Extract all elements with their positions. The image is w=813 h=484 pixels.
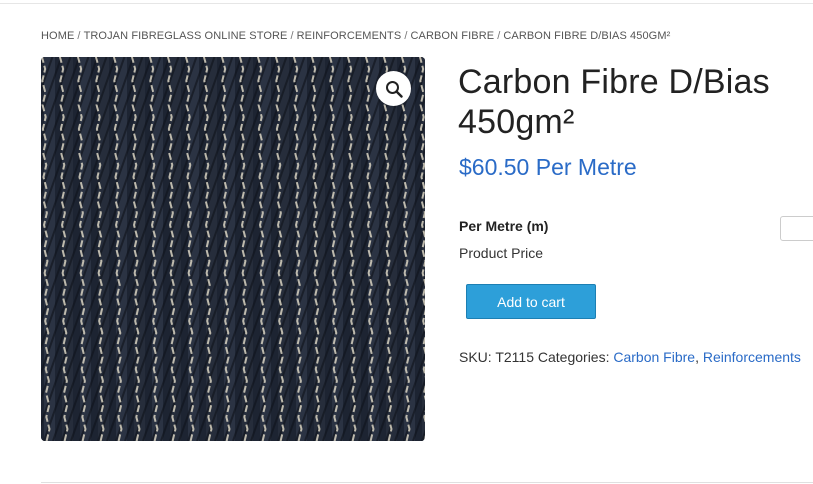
product-title: Carbon Fibre D/Bias 450gm² — [458, 63, 770, 141]
breadcrumb-carbon-fibre[interactable]: CARBON FIBRE — [410, 30, 494, 42]
product-price: $60.50 Per Metre — [459, 154, 637, 180]
product-price-label: Product Price — [459, 245, 544, 261]
breadcrumb-home[interactable]: HOME — [41, 30, 74, 42]
breadcrumb-separator: / — [404, 30, 408, 42]
breadcrumb-separator: / — [497, 30, 501, 42]
sku-value: T2115 — [495, 349, 534, 365]
magnifier-icon — [385, 80, 403, 98]
option-label: Per Metre (m) — [459, 218, 549, 234]
top-divider — [0, 3, 813, 4]
per-metre-input[interactable] — [780, 216, 813, 241]
category-link-carbon-fibre[interactable]: Carbon Fibre — [613, 349, 695, 365]
breadcrumb-current: CARBON FIBRE D/BIAS 450GM² — [503, 30, 671, 42]
breadcrumb-separator: / — [290, 30, 294, 42]
product-meta: SKU: T2115 Categories: Carbon Fibre, Rei… — [459, 349, 801, 365]
zoom-button[interactable] — [376, 71, 411, 106]
category-link-reinforcements[interactable]: Reinforcements — [703, 349, 801, 365]
breadcrumb: HOME / TROJAN FIBREGLASS ONLINE STORE / REIN… — [41, 30, 670, 42]
product-image[interactable] — [41, 57, 425, 441]
categories-label: Categories: — [537, 349, 610, 365]
bottom-divider — [41, 482, 813, 483]
category-separator: , — [695, 349, 699, 365]
carbon-fabric-texture — [41, 57, 425, 441]
breadcrumb-reinforcements[interactable]: REINFORCEMENTS — [297, 30, 402, 42]
sku-label: SKU: — [459, 349, 492, 365]
breadcrumb-separator: / — [77, 30, 81, 42]
breadcrumb-store[interactable]: TROJAN FIBREGLASS ONLINE STORE — [84, 30, 288, 42]
add-to-cart-button[interactable]: Add to cart — [466, 284, 596, 319]
